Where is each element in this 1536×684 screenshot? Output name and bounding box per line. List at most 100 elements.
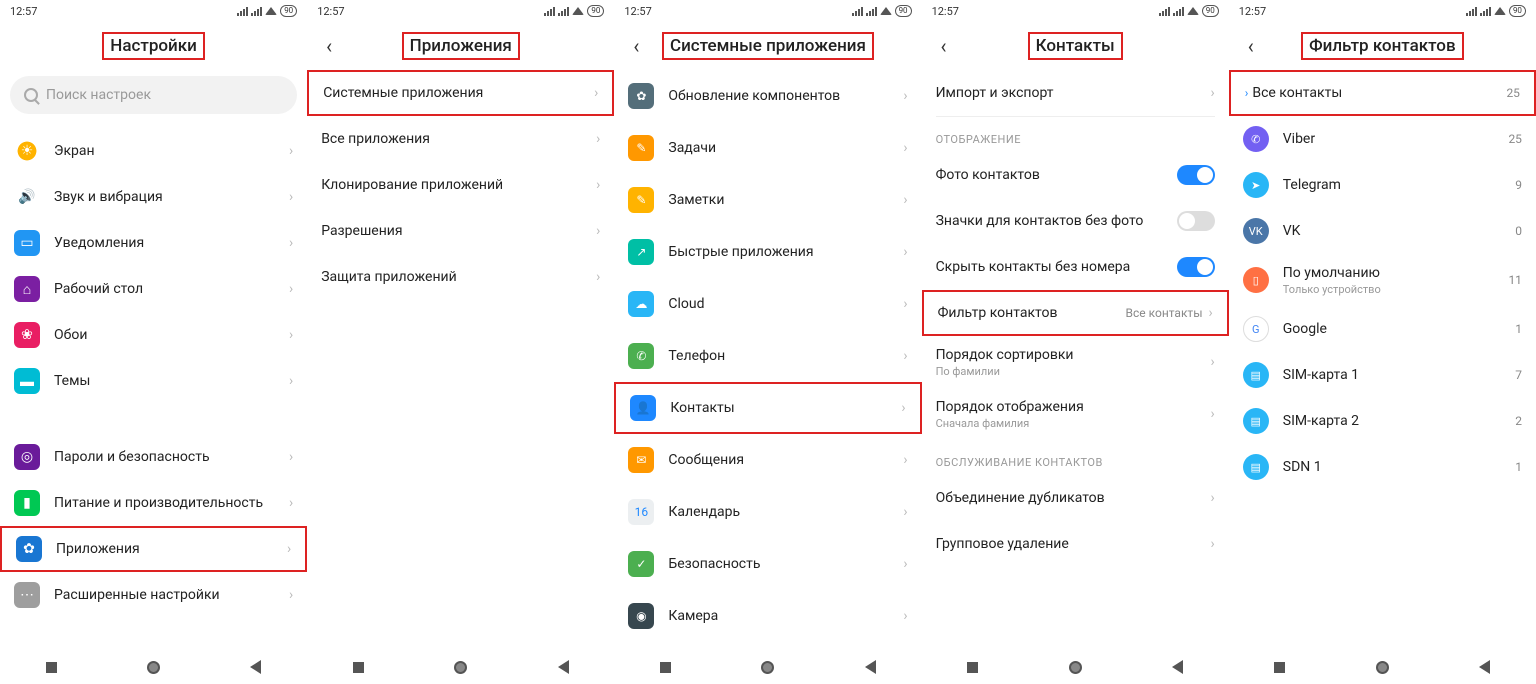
- page-title: Системные приложения: [662, 32, 874, 60]
- system-apps-list: ✿Обновление компонентов›✎Задачи›✎Заметки…: [614, 70, 921, 650]
- page-title: Приложения: [402, 32, 520, 60]
- page-title: Контакты: [1028, 32, 1123, 60]
- row-contact-filter[interactable]: Фильтр контактовВсе контакты›: [922, 290, 1229, 336]
- contacts-settings-list: Импорт и экспорт› ОТОБРАЖЕНИЕ Фото конта…: [922, 70, 1229, 650]
- row-заметки[interactable]: ✎Заметки›: [614, 174, 921, 226]
- toggle-photos[interactable]: [1177, 165, 1215, 185]
- bell-icon: ▭: [14, 230, 40, 256]
- row-cloud[interactable]: ☁Cloud›: [614, 278, 921, 330]
- nav-home[interactable]: [760, 659, 776, 675]
- toggle-hide[interactable]: [1177, 257, 1215, 277]
- filter-viber[interactable]: ✆Viber25: [1229, 116, 1536, 162]
- nav-recent[interactable]: [1272, 659, 1288, 675]
- sun-icon: ☀: [14, 138, 40, 164]
- status-bar: 12:57 90: [614, 0, 921, 22]
- row-display-order[interactable]: Порядок отображенияСначала фамилия›: [922, 388, 1229, 440]
- row-задачи[interactable]: ✎Задачи›: [614, 122, 921, 174]
- toggle-icons[interactable]: [1177, 211, 1215, 231]
- row-import-export[interactable]: Импорт и экспорт›: [922, 70, 1229, 116]
- back-button[interactable]: ‹: [930, 32, 958, 60]
- account-icon: G: [1243, 316, 1269, 342]
- nav-home[interactable]: [146, 659, 162, 675]
- nav-home[interactable]: [1067, 659, 1083, 675]
- row-notifications[interactable]: ▭Уведомления›: [0, 220, 307, 266]
- row-безопасность[interactable]: ✓Безопасность›: [614, 538, 921, 590]
- nav-recent[interactable]: [965, 659, 981, 675]
- search-placeholder: Поиск настроек: [46, 87, 151, 103]
- row-batch-delete[interactable]: Групповое удаление›: [922, 521, 1229, 567]
- home-icon: ⌂: [14, 276, 40, 302]
- nav-back[interactable]: [555, 659, 571, 675]
- nav-bar: [1229, 650, 1536, 684]
- apps-list: Системные приложения› Все приложения› Кл…: [307, 70, 614, 650]
- row-телефон[interactable]: ✆Телефон›: [614, 330, 921, 382]
- filter-telegram[interactable]: ➤Telegram9: [1229, 162, 1536, 208]
- row-no-photo-icons[interactable]: Значки для контактов без фото: [922, 198, 1229, 244]
- row-system-apps[interactable]: Системные приложения›: [307, 70, 614, 116]
- row-advanced[interactable]: ⋯Расширенные настройки›: [0, 572, 307, 618]
- app-icon: 16: [628, 499, 654, 525]
- account-icon: ➤: [1243, 172, 1269, 198]
- filter-все-контакты[interactable]: ›Все контакты25: [1229, 70, 1536, 116]
- nav-recent[interactable]: [658, 659, 674, 675]
- filter-sdn-1[interactable]: ▤SDN 11: [1229, 444, 1536, 490]
- search-icon: [24, 88, 38, 102]
- status-icons: 90: [237, 5, 297, 17]
- theme-icon: ▬: [14, 368, 40, 394]
- account-icon: ▤: [1243, 454, 1269, 480]
- nav-back[interactable]: [862, 659, 878, 675]
- back-button[interactable]: ‹: [315, 32, 343, 60]
- row-desktop[interactable]: ⌂Рабочий стол›: [0, 266, 307, 312]
- back-button[interactable]: ‹: [622, 32, 650, 60]
- back-button[interactable]: ‹: [1237, 32, 1265, 60]
- screen-contact-filter: 12:57 90 ‹ Фильтр контактов ›Все контакт…: [1229, 0, 1536, 684]
- screen-settings: 12:57 90 Настройки Поиск настроек ☀Экран…: [0, 0, 307, 684]
- row-power[interactable]: ▮Питание и производительность›: [0, 480, 307, 526]
- nav-home[interactable]: [1374, 659, 1390, 675]
- header: Настройки: [0, 22, 307, 70]
- search-input[interactable]: Поиск настроек: [10, 76, 297, 114]
- status-bar: 12:57 90: [1229, 0, 1536, 22]
- nav-back[interactable]: [248, 659, 264, 675]
- row-permissions[interactable]: Разрешения›: [307, 208, 614, 254]
- account-icon: VK: [1243, 218, 1269, 244]
- nav-recent[interactable]: [350, 659, 366, 675]
- row-hide-no-number[interactable]: Скрыть контакты без номера: [922, 244, 1229, 290]
- status-bar: 12:57 90: [307, 0, 614, 22]
- row-сообщения[interactable]: ✉Сообщения›: [614, 434, 921, 486]
- row-screen[interactable]: ☀Экран›: [0, 128, 307, 174]
- nav-back[interactable]: [1170, 659, 1186, 675]
- row-обновление-компонентов[interactable]: ✿Обновление компонентов›: [614, 70, 921, 122]
- row-themes[interactable]: ▬Темы›: [0, 358, 307, 404]
- app-icon: ✎: [628, 135, 654, 161]
- filter-по-умолчанию[interactable]: ▯По умолчаниюТолько устройство11: [1229, 254, 1536, 306]
- battery-icon: ▮: [14, 490, 40, 516]
- row-sound[interactable]: 🔊Звук и вибрация›: [0, 174, 307, 220]
- filter-google[interactable]: GGoogle1: [1229, 306, 1536, 352]
- row-app-lock[interactable]: Защита приложений›: [307, 254, 614, 300]
- row-календарь[interactable]: 16Календарь›: [614, 486, 921, 538]
- row-apps[interactable]: ✿Приложения›: [0, 526, 307, 572]
- row-merge-dupes[interactable]: Объединение дубликатов›: [922, 475, 1229, 521]
- filter-vk[interactable]: VKVK0: [1229, 208, 1536, 254]
- account-icon: ✆: [1243, 126, 1269, 152]
- row-sort-order[interactable]: Порядок сортировкиПо фамилии›: [922, 336, 1229, 388]
- nav-home[interactable]: [453, 659, 469, 675]
- row-быстрые-приложения[interactable]: ↗Быстрые приложения›: [614, 226, 921, 278]
- row-контакты[interactable]: 👤Контакты›: [614, 382, 921, 434]
- status-bar: 12:57 90: [0, 0, 307, 22]
- row-камера[interactable]: ◉Камера›: [614, 590, 921, 642]
- app-icon: ✎: [628, 187, 654, 213]
- page-title: Фильтр контактов: [1301, 32, 1464, 60]
- filter-sim-карта-1[interactable]: ▤SIM-карта 17: [1229, 352, 1536, 398]
- row-security[interactable]: ◎Пароли и безопасность›: [0, 434, 307, 480]
- chevron-icon: ›: [289, 143, 293, 159]
- nav-recent[interactable]: [43, 659, 59, 675]
- row-contact-photos[interactable]: Фото контактов: [922, 152, 1229, 198]
- row-all-apps[interactable]: Все приложения›: [307, 116, 614, 162]
- nav-back[interactable]: [1477, 659, 1493, 675]
- filter-sim-карта-2[interactable]: ▤SIM-карта 22: [1229, 398, 1536, 444]
- app-icon: ◉: [628, 603, 654, 629]
- row-clone-apps[interactable]: Клонирование приложений›: [307, 162, 614, 208]
- row-wallpaper[interactable]: ❀Обои›: [0, 312, 307, 358]
